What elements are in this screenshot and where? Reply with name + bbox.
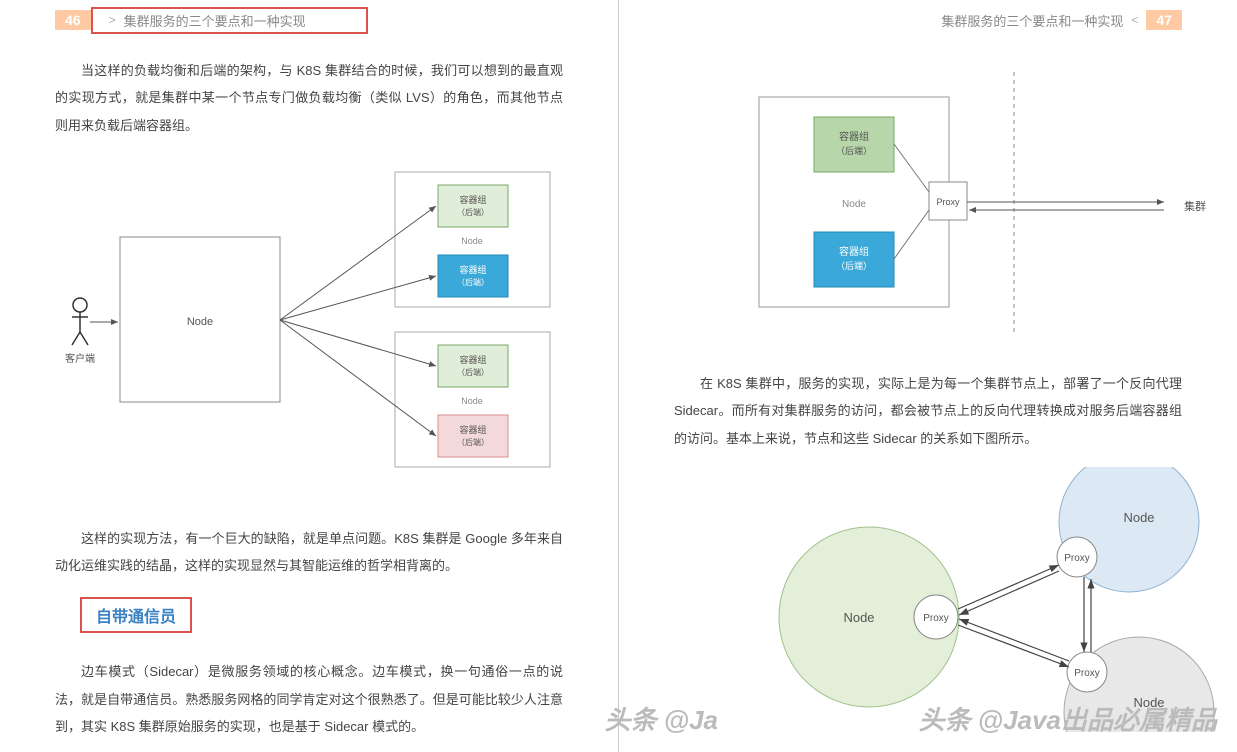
chevron-right-icon: > [109,13,116,27]
svg-text:（后端）: （后端） [457,207,489,217]
svg-text:容器组: 容器组 [459,424,486,435]
group-node-label: Node [461,236,483,246]
svg-text:Node: Node [842,199,866,210]
svg-text:（后端）: （后端） [836,260,872,271]
client-label: 客户端 [65,352,95,365]
node-label: Node [187,316,213,328]
svg-text:Node: Node [1123,510,1154,525]
svg-text:Proxy: Proxy [923,613,949,624]
header-right: 集群服务的三个要点和一种实现 < 47 [619,8,1182,32]
svg-text:Proxy: Proxy [1074,668,1100,679]
paragraph-2: 这样的实现方法，有一个巨大的缺陷，就是单点问题。K8S 集群是 Google 多… [55,525,563,580]
svg-text:（后端）: （后端） [457,277,489,287]
watermark: 头条 @Java出品必属精品 [919,700,1217,737]
right-page: 集群服务的三个要点和一种实现 < 47 Node 容器组 （后端） 容器组 （后… [619,0,1237,752]
chevron-left-icon: < [1131,13,1138,27]
svg-text:容器组: 容器组 [459,264,486,275]
paragraph-3: 边车模式（Sidecar）是微服务领域的核心概念。边车模式，换一句通俗一点的说法… [55,658,563,740]
svg-text:Proxy: Proxy [1064,553,1090,564]
svg-text:容器组: 容器组 [839,130,869,143]
section-heading-box: 自带通信员 [80,597,192,633]
section-heading: 自带通信员 [96,609,176,626]
svg-text:（后端）: （后端） [457,367,489,377]
svg-text:容器组: 容器组 [459,194,486,205]
chapter-title-box: > 集群服务的三个要点和一种实现 [91,7,368,34]
left-page: 46 > 集群服务的三个要点和一种实现 当这样的负载均衡和后端的架构，与 K8S… [0,0,618,752]
svg-text:（后端）: （后端） [457,437,489,447]
nodes-diagram: Node Proxy Node Proxy Node Proxy [619,467,1237,735]
svg-text:Node: Node [843,610,874,625]
paragraph-1: 当这样的负载均衡和后端的架构，与 K8S 集群结合的时候，我们可以想到的最直观的… [55,57,563,139]
svg-text:容器组: 容器组 [459,354,486,365]
watermark: 头条 @Ja [605,700,719,737]
header-left: 46 > 集群服务的三个要点和一种实现 [55,8,618,32]
svg-text:集群: 集群 [1184,199,1206,213]
svg-text:（后端）: （后端） [836,145,872,156]
svg-text:Proxy: Proxy [936,197,960,207]
page-number: 47 [1146,10,1182,30]
svg-text:容器组: 容器组 [839,245,869,258]
architecture-diagram-left: 客户端 Node Node 容器组 （后端） 容器组 （后端） Node [0,157,618,500]
chapter-title: 集群服务的三个要点和一种实现 [124,11,306,30]
sidecar-diagram: Node 容器组 （后端） 容器组 （后端） Proxy [619,62,1237,345]
paragraph-r1: 在 K8S 集群中，服务的实现，实际上是为每一个集群节点上，部署了一个反向代理 … [674,370,1182,452]
page-number: 46 [55,10,91,30]
chapter-title: 集群服务的三个要点和一种实现 [941,11,1123,30]
svg-text:Node: Node [461,396,483,406]
